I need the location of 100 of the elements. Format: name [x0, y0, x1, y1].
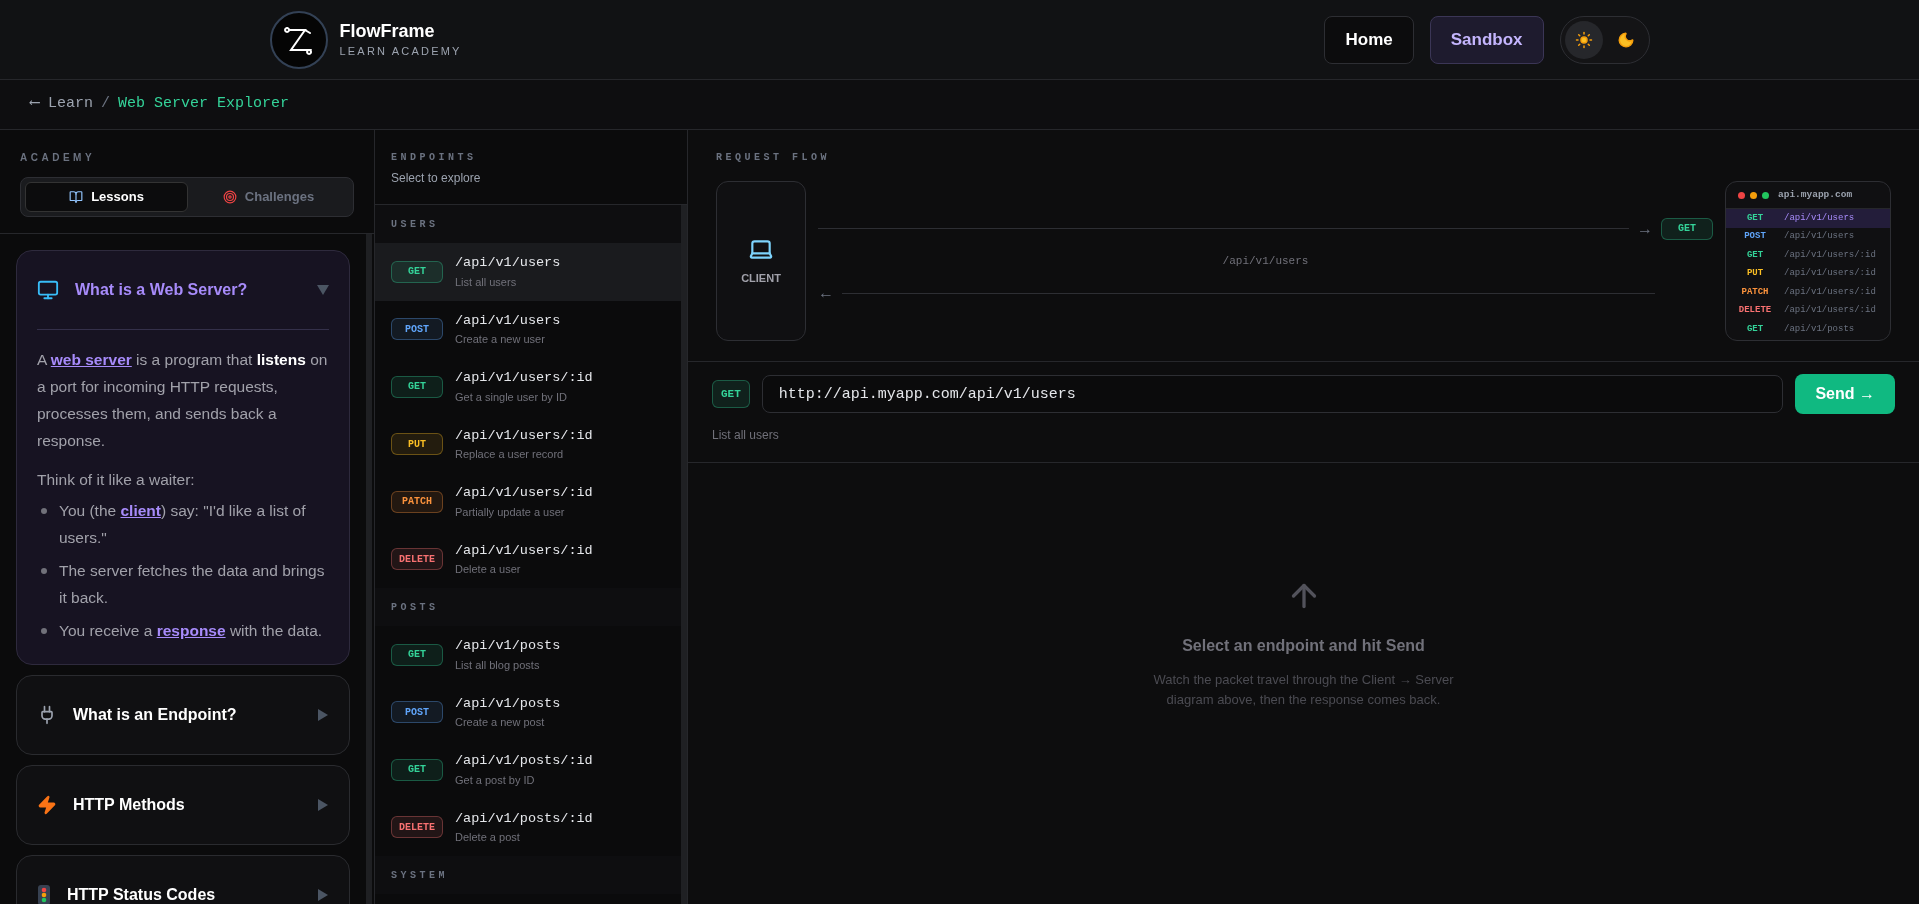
route-method: GET — [1745, 322, 1765, 336]
lesson-card[interactable]: HTTP Methods — [16, 765, 350, 845]
route-path: /api/v1/users/:id — [1784, 304, 1876, 317]
bullet-text: You (the client) say: "I'd like a list of users." — [59, 501, 307, 548]
route-path: /api/v1/users — [1784, 211, 1855, 225]
logo-icon — [269, 10, 328, 69]
glossary-link[interactable]: client — [120, 502, 161, 519]
endpoint-path: /api/v1/posts/:id — [455, 809, 593, 828]
section-heading: ACADEMY — [20, 151, 97, 165]
empty-text: Watch the packet travel through the Client → Server diagram above, then the response comes back. — [1152, 670, 1455, 709]
route-path: /api/v1/users — [1784, 230, 1855, 243]
caret-right-icon — [317, 799, 329, 811]
client-label: CLIENT — [741, 270, 781, 286]
method-badge: GET — [391, 643, 443, 666]
route-method: GET — [1745, 211, 1765, 225]
tab[interactable]: Lessons — [25, 182, 188, 212]
endpoint-path: /api/v1/users/:id — [455, 369, 593, 388]
endpoint-path: /api/v1/posts — [455, 637, 561, 656]
route-method: DELETE — [1737, 304, 1773, 317]
breadcrumb-separator: / — [101, 94, 111, 115]
route-method: PUT — [1745, 267, 1765, 280]
route-path: /api/v1/posts — [1784, 322, 1855, 336]
endpoint-description: Get a single user by ID — [455, 389, 568, 405]
caret-down-icon — [317, 284, 329, 296]
endpoint-item[interactable]: GET /api/v1/users List all users — [375, 243, 681, 301]
lightning-icon — [37, 795, 57, 815]
lesson-title: What is an Endpoint? — [73, 705, 238, 725]
endpoint-description: Replace a user record — [455, 447, 565, 463]
lesson-title: What is a Web Server? — [75, 280, 249, 300]
method-badge: GET — [712, 380, 750, 408]
method-badge: PUT — [391, 433, 443, 456]
endpoint-description: Delete a user — [455, 562, 522, 578]
back-arrow: ← — [818, 283, 834, 304]
endpoint-description: List all users — [455, 274, 518, 290]
empty-title: Select an endpoint and hit Send — [1182, 635, 1425, 656]
request-description: List all users — [712, 427, 780, 444]
tab[interactable]: Challenges — [188, 182, 349, 212]
method-badge: DELETE — [391, 548, 443, 571]
lesson-card[interactable]: What is an Endpoint? — [16, 675, 350, 755]
lesson-card[interactable]: HTTP Status Codes — [16, 855, 350, 904]
lesson-title: HTTP Methods — [73, 795, 186, 815]
endpoint-description: Delete a post — [455, 830, 521, 846]
book-icon — [69, 190, 84, 204]
endpoint-description: Create a new post — [455, 715, 546, 731]
sun-icon — [1574, 30, 1593, 49]
bullet-icon — [41, 628, 47, 634]
method-badge: GET — [391, 758, 443, 781]
glossary-link[interactable]: response — [156, 622, 226, 639]
endpoint-path: /api/v1/users — [455, 311, 561, 330]
app-title: FlowFrame — [339, 20, 436, 44]
lesson-text: Think of it like a waiter: — [37, 470, 196, 490]
back-link[interactable]: ⟵ Learn — [30, 93, 94, 116]
lesson-title: HTTP Status Codes — [67, 885, 217, 904]
method-badge: PATCH — [391, 490, 443, 513]
caret-right-icon — [317, 889, 329, 901]
endpoint-description: Get a post by ID — [455, 772, 536, 788]
lesson-card[interactable] — [16, 250, 350, 665]
bullet-text: The server fetches the data and brings it back. — [59, 561, 326, 608]
group-heading: POSTS — [375, 588, 681, 626]
group-heading: SYSTEM — [375, 856, 681, 894]
method-badge: POST — [391, 701, 443, 724]
nav-button[interactable]: Sandbox — [1429, 15, 1544, 64]
bullet-icon — [41, 568, 47, 574]
route-method: GET — [1745, 248, 1765, 262]
nav-button[interactable]: Home — [1324, 15, 1414, 64]
flow-path: /api/v1/users — [1222, 253, 1309, 269]
method-badge: POST — [391, 318, 443, 341]
route-path: /api/v1/users/:id — [1784, 248, 1876, 262]
method-badge: DELETE — [391, 816, 443, 839]
route-method: POST — [1743, 230, 1767, 243]
app-subtitle: LEARN ACADEMY — [339, 44, 462, 60]
route-method: PATCH — [1740, 285, 1770, 299]
url-field[interactable]: http://api.myapp.com/api/v1/users — [761, 375, 1784, 413]
bullet-icon — [41, 508, 47, 514]
server-host: api.myapp.com — [1778, 187, 1853, 202]
monitor-icon — [37, 279, 59, 301]
section-subtitle: Select to explore — [391, 170, 482, 187]
method-badge: GET — [391, 375, 443, 398]
endpoint-path: /api/v1/posts — [455, 694, 561, 713]
endpoint-path: /api/v1/users/:id — [455, 484, 593, 503]
forward-arrow: → — [1637, 218, 1653, 239]
target-icon — [222, 190, 237, 204]
endpoint-path: /api/v1/users — [455, 254, 561, 273]
section-heading: REQUEST FLOW — [716, 151, 831, 165]
traffic-light-icon — [37, 884, 51, 904]
glossary-link[interactable]: web server — [50, 351, 132, 368]
method-badge: GET — [1661, 217, 1713, 240]
lesson-paragraph: A web server is a program that listens on a port for incoming HTTP requests, processes them, and sends back a response. — [37, 350, 329, 451]
method-badge: GET — [391, 260, 443, 283]
group-heading: USERS — [375, 205, 681, 243]
endpoint-description: Partially update a user — [455, 504, 566, 520]
route-path: /api/v1/users/:id — [1784, 267, 1876, 280]
caret-right-icon — [317, 709, 329, 721]
route-path: /api/v1/users/:id — [1784, 285, 1876, 299]
section-heading: ENDPOINTS — [391, 151, 478, 165]
breadcrumb-current: Web Server Explorer — [118, 94, 290, 115]
endpoint-description: List all blog posts — [455, 657, 541, 673]
sun-button[interactable] — [1564, 20, 1603, 59]
endpoint-description: Create a new user — [455, 332, 546, 348]
endpoint-path: /api/v1/users/:id — [455, 541, 593, 560]
